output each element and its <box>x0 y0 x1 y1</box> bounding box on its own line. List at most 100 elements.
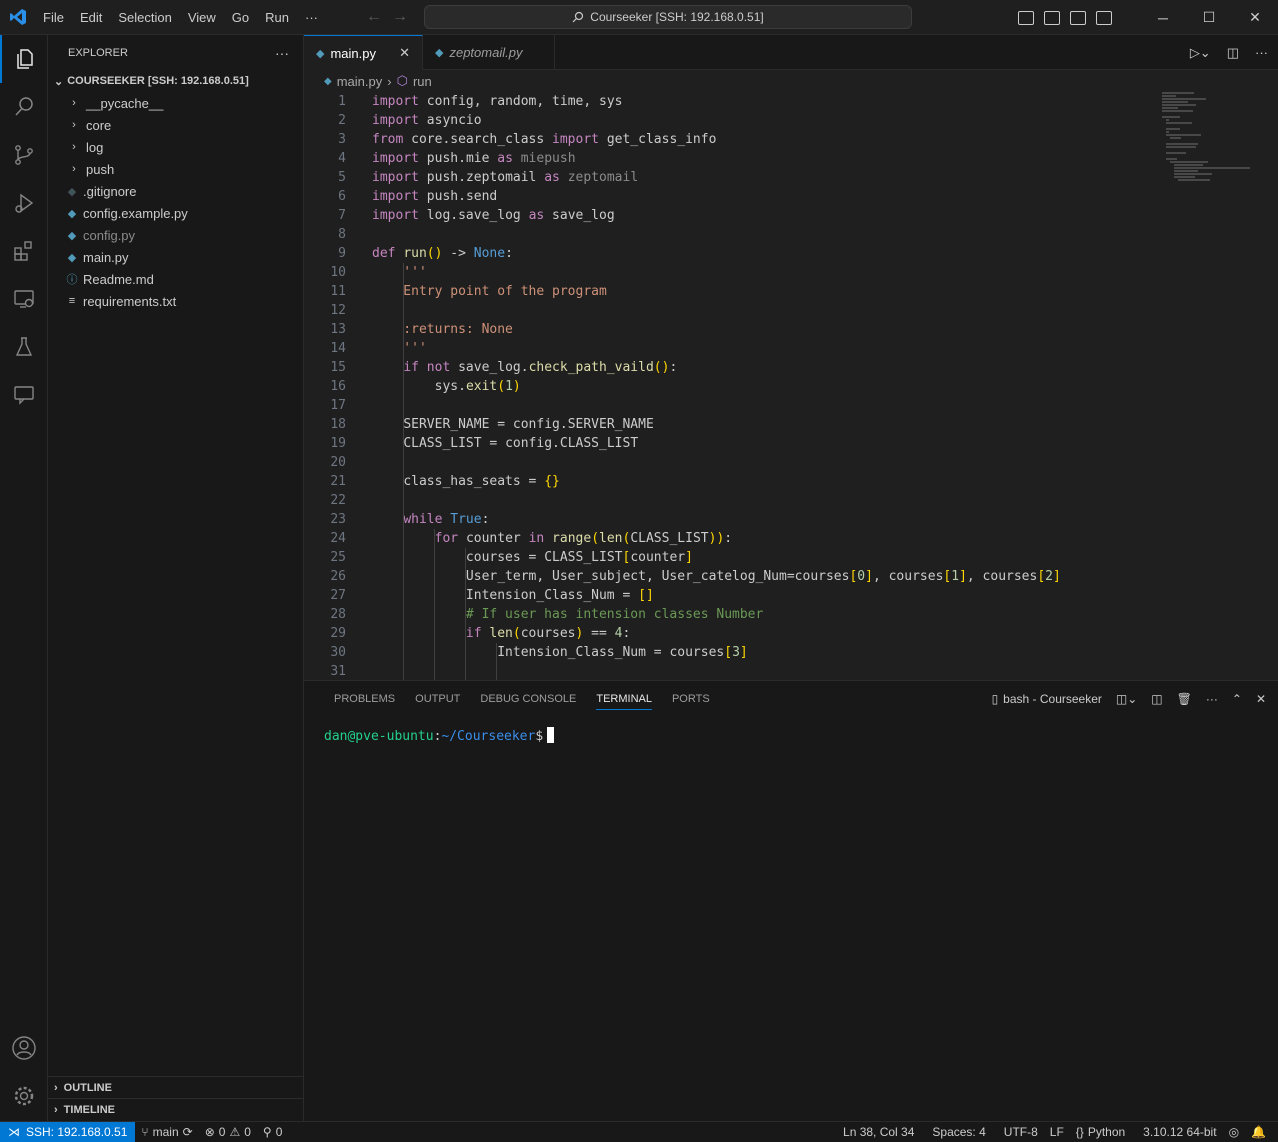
code-line[interactable]: 27 Intension_Class_Num = [] <box>304 586 1144 605</box>
run-python-file-icon[interactable]: ▷⌄ <box>1190 45 1211 61</box>
customize-layout-icon[interactable] <box>1096 10 1112 25</box>
tree-item[interactable]: ◆ config.py <box>48 224 303 246</box>
tree-item[interactable]: › __pycache__ <box>48 92 303 114</box>
tab-output[interactable]: OUTPUT <box>405 681 470 716</box>
code-line[interactable]: 11 Entry point of the program <box>304 282 1144 301</box>
run-debug-icon[interactable] <box>0 179 48 227</box>
explorer-icon[interactable] <box>0 35 48 83</box>
workspace-folder[interactable]: ⌄ COURSEEKER [SSH: 192.168.0.51] <box>48 70 303 92</box>
minimize-button[interactable]: ─ <box>1140 0 1186 35</box>
maximize-panel-icon[interactable]: ⌃ <box>1232 692 1242 706</box>
breadcrumb-file[interactable]: main.py <box>337 74 383 89</box>
indentation[interactable]: Spaces: 4 <box>926 1125 991 1139</box>
code-line[interactable]: 18 SERVER_NAME = config.SERVER_NAME <box>304 415 1144 434</box>
close-window-button[interactable]: ✕ <box>1232 0 1278 35</box>
tab-zeptomail-py[interactable]: ◆ zeptomail.py <box>423 35 555 70</box>
chat-icon[interactable] <box>0 371 48 419</box>
code-line[interactable]: 12 <box>304 301 1144 320</box>
close-tab-icon[interactable]: ✕ <box>399 45 410 61</box>
code-line[interactable]: 26 User_term, User_subject, User_catelog… <box>304 567 1144 586</box>
python-interpreter[interactable]: 3.10.12 64-bit <box>1137 1125 1222 1139</box>
terminal-selector[interactable]: ▯ bash - Courseeker <box>992 692 1102 706</box>
code-line[interactable]: 3 from core.search_class import get_class… <box>304 130 1144 149</box>
forward-arrow-icon[interactable]: → <box>392 8 408 26</box>
sync-icon[interactable]: ⟳ <box>183 1125 193 1139</box>
tree-item[interactable]: ⓘ Readme.md <box>48 268 303 290</box>
toggle-secondary-sidebar-icon[interactable] <box>1070 10 1086 25</box>
menu-file[interactable]: File <box>35 0 72 35</box>
menu-edit[interactable]: Edit <box>72 0 110 35</box>
menu-go[interactable]: Go <box>224 0 257 35</box>
copilot-icon[interactable]: ◎ <box>1223 1125 1245 1139</box>
remote-indicator[interactable]: ⋊ SSH: 192.168.0.51 <box>0 1121 136 1142</box>
end-of-line[interactable]: LF <box>1044 1125 1070 1139</box>
tab-main-py[interactable]: ◆ main.py ✕ <box>304 35 423 70</box>
code-line[interactable]: 25 courses = CLASS_LIST[counter] <box>304 548 1144 567</box>
split-editor-icon[interactable]: ◫ <box>1227 45 1239 61</box>
terminal-prompt[interactable]: dan@pve-ubuntu:~/Courseeker$ <box>324 727 555 744</box>
breadcrumb-symbol[interactable]: run <box>413 74 432 89</box>
code-line[interactable]: 5 import push.zeptomail as zeptomail <box>304 168 1144 187</box>
tree-item[interactable]: › core <box>48 114 303 136</box>
close-panel-icon[interactable]: ✕ <box>1256 692 1266 706</box>
problems-indicator[interactable]: ⊗ 0 ⚠ 0 <box>199 1125 257 1139</box>
code-line[interactable]: 7 import log.save_log as save_log <box>304 206 1144 225</box>
back-arrow-icon[interactable]: ← <box>366 8 382 26</box>
code-line[interactable]: 22 <box>304 491 1144 510</box>
code-line[interactable]: 13 :returns: None <box>304 320 1144 339</box>
account-icon[interactable] <box>0 1024 48 1072</box>
outline-section[interactable]: › OUTLINE <box>48 1076 303 1098</box>
tree-item[interactable]: ◆ config.example.py <box>48 202 303 224</box>
cursor-position[interactable]: Ln 38, Col 34 <box>837 1125 920 1139</box>
notifications-bell-icon[interactable]: 🔔 <box>1245 1125 1272 1139</box>
code-line[interactable]: 9 def run() -> None: <box>304 244 1144 263</box>
maximize-button[interactable]: ☐ <box>1186 0 1232 35</box>
extensions-icon[interactable] <box>0 227 48 275</box>
code-line[interactable]: 2 import asyncio <box>304 111 1144 130</box>
code-line[interactable]: 1 import config, random, time, sys <box>304 92 1144 111</box>
code-line[interactable]: 28 # If user has intension classes Numbe… <box>304 605 1144 624</box>
tree-item[interactable]: ≡ requirements.txt <box>48 290 303 312</box>
more-actions-icon[interactable]: ··· <box>1206 692 1218 706</box>
code-line[interactable]: 15 if not save_log.check_path_vaild(): <box>304 358 1144 377</box>
remote-explorer-icon[interactable] <box>0 275 48 323</box>
code-line[interactable]: 14 ''' <box>304 339 1144 358</box>
code-line[interactable]: 8 <box>304 225 1144 244</box>
tree-item[interactable]: ◆ main.py <box>48 246 303 268</box>
code-line[interactable]: 16 sys.exit(1) <box>304 377 1144 396</box>
toggle-sidebar-icon[interactable] <box>1018 10 1034 25</box>
tree-item[interactable]: ◆ .gitignore <box>48 180 303 202</box>
code-line[interactable]: 31 <box>304 662 1144 680</box>
tab-terminal[interactable]: TERMINAL <box>586 681 662 716</box>
code-line[interactable]: 6 import push.send <box>304 187 1144 206</box>
code-line[interactable]: 30 Intension_Class_Num = courses[3] <box>304 643 1144 662</box>
encoding[interactable]: UTF-8 <box>998 1125 1044 1139</box>
tree-item[interactable]: › push <box>48 158 303 180</box>
tab-debug-console[interactable]: DEBUG CONSOLE <box>470 681 586 716</box>
code-line[interactable]: 19 CLASS_LIST = config.CLASS_LIST <box>304 434 1144 453</box>
code-line[interactable]: 21 class_has_seats = {} <box>304 472 1144 491</box>
menu-view[interactable]: View <box>180 0 224 35</box>
code-line[interactable]: 4 import push.mie as miepush <box>304 149 1144 168</box>
code-line[interactable]: 29 if len(courses) == 4: <box>304 624 1144 643</box>
ports-indicator[interactable]: ⚲ 0 <box>257 1125 288 1139</box>
branch-indicator[interactable]: ⑂ main ⟳ <box>135 1125 198 1139</box>
new-terminal-dropdown-icon[interactable]: ◫⌄ <box>1116 692 1137 706</box>
code-editor[interactable]: 1 import config, random, time, sys 2 import… <box>304 92 1278 680</box>
code-line[interactable]: 23 while True: <box>304 510 1144 529</box>
source-control-icon[interactable] <box>0 131 48 179</box>
minimap[interactable] <box>1162 92 1262 332</box>
more-actions-icon[interactable]: ··· <box>1255 45 1268 60</box>
code-line[interactable]: 17 <box>304 396 1144 415</box>
trash-icon[interactable]: 🗑 <box>1177 692 1192 706</box>
code-line[interactable]: 20 <box>304 453 1144 472</box>
more-actions-icon[interactable]: ··· <box>275 45 289 61</box>
tree-item[interactable]: › log <box>48 136 303 158</box>
search-icon[interactable] <box>0 83 48 131</box>
split-terminal-icon[interactable]: ◫ <box>1151 692 1162 706</box>
settings-gear-icon[interactable] <box>0 1072 48 1120</box>
tab-problems[interactable]: PROBLEMS <box>324 681 405 716</box>
menu-run[interactable]: Run <box>257 0 297 35</box>
menu-more[interactable]: ··· <box>297 0 326 35</box>
toggle-panel-icon[interactable] <box>1044 10 1060 25</box>
